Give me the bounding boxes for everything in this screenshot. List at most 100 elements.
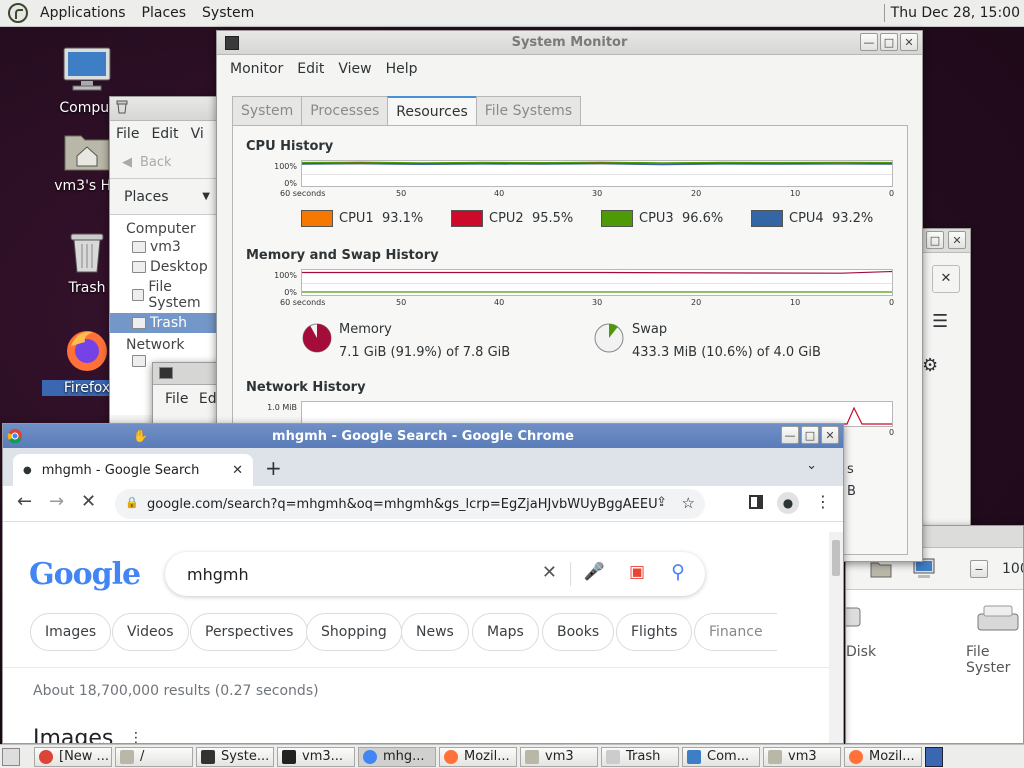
cpu4-swatch[interactable] bbox=[751, 210, 783, 227]
system-monitor-titlebar[interactable]: System Monitor — □ ✕ bbox=[217, 31, 922, 55]
cpu3-swatch[interactable] bbox=[601, 210, 633, 227]
places-selector[interactable]: Places ▼ bbox=[110, 179, 218, 215]
taskbar-item-system-monitor[interactable]: Syste... bbox=[196, 746, 274, 767]
scrollbar[interactable] bbox=[829, 532, 843, 743]
show-desktop-icon[interactable] bbox=[2, 747, 20, 766]
disk-icon[interactable] bbox=[845, 602, 862, 632]
chip-videos[interactable]: Videos bbox=[112, 613, 189, 651]
menu-file[interactable]: File bbox=[165, 391, 188, 407]
chip-maps[interactable]: Maps bbox=[472, 613, 539, 651]
more-menu-icon[interactable]: ⋮ bbox=[815, 492, 831, 511]
taskbar-item-vm3-folder[interactable]: vm3 bbox=[520, 746, 598, 767]
legend-cpu1[interactable]: CPU1 93.1% bbox=[301, 210, 423, 227]
more-options-icon[interactable]: ⋮ bbox=[129, 730, 143, 743]
legend-cpu4[interactable]: CPU4 93.2% bbox=[751, 210, 873, 227]
taskbar-item-vm3-folder-2[interactable]: vm3 bbox=[763, 746, 841, 767]
clock[interactable]: Thu Dec 28, 15:00 bbox=[891, 5, 1024, 21]
maximize-button[interactable]: □ bbox=[801, 426, 819, 444]
applications-menu[interactable]: Applications bbox=[32, 0, 134, 27]
search-icon[interactable]: ⚲ bbox=[671, 561, 685, 583]
menu-edit[interactable]: Ed bbox=[199, 391, 217, 407]
file-manager-titlebar[interactable] bbox=[110, 97, 218, 121]
close-button[interactable]: ✕ bbox=[821, 426, 839, 444]
bookmark-star-icon[interactable]: ☆ bbox=[682, 494, 695, 512]
menu-monitor[interactable]: Monitor bbox=[223, 61, 290, 77]
back-button[interactable]: Back bbox=[140, 155, 172, 170]
taskbar-item-firefox-2[interactable]: Mozil... bbox=[844, 746, 922, 767]
maximize-button[interactable]: □ bbox=[926, 231, 944, 249]
tab-system[interactable]: System bbox=[232, 96, 303, 126]
chip-shopping[interactable]: Shopping bbox=[306, 613, 402, 651]
sidebar-item-file-system[interactable]: File System bbox=[110, 277, 218, 313]
taskbar-item-chrome-active[interactable]: mhg... bbox=[358, 746, 436, 767]
close-button[interactable]: ✕ bbox=[900, 33, 918, 51]
loading-dot-icon: ● bbox=[23, 464, 32, 476]
close-icon[interactable]: ✕ bbox=[932, 265, 960, 293]
scrollbar-thumb[interactable] bbox=[832, 540, 840, 576]
zoom-out-button[interactable]: − bbox=[970, 560, 988, 578]
sidebar-item-vm3[interactable]: vm3 bbox=[110, 237, 218, 257]
system-menu[interactable]: System bbox=[194, 0, 262, 27]
forward-button[interactable]: → bbox=[49, 491, 64, 512]
tab-close-icon[interactable]: ✕ bbox=[232, 463, 243, 478]
stop-loading-button[interactable]: ✕ bbox=[81, 491, 96, 512]
chip-finance[interactable]: Finance bbox=[694, 613, 777, 651]
taskbar-item-trash[interactable]: Trash bbox=[601, 746, 679, 767]
minimize-button[interactable]: — bbox=[781, 426, 799, 444]
tab-processes[interactable]: Processes bbox=[301, 96, 389, 126]
sidebar-item-desktop[interactable]: Desktop bbox=[110, 257, 218, 277]
gear-icon[interactable]: ⚙ bbox=[922, 355, 938, 376]
menu-view[interactable]: View bbox=[331, 61, 378, 77]
places-menu[interactable]: Places bbox=[134, 0, 195, 27]
profile-avatar-icon[interactable]: ● bbox=[777, 492, 799, 514]
home-folder-icon[interactable] bbox=[870, 560, 892, 578]
chip-books[interactable]: Books bbox=[542, 613, 615, 651]
legend-cpu3[interactable]: CPU3 96.6% bbox=[601, 210, 723, 227]
search-input[interactable]: mhgmh bbox=[187, 565, 249, 584]
sidebar-item-trash[interactable]: Trash bbox=[110, 313, 218, 333]
voice-search-icon[interactable]: 🎤 bbox=[584, 562, 605, 582]
distro-logo-icon[interactable] bbox=[8, 3, 28, 23]
chip-news[interactable]: News bbox=[401, 613, 469, 651]
menu-edit[interactable]: Edit bbox=[290, 61, 331, 77]
new-tab-button[interactable]: + bbox=[265, 456, 282, 480]
maximize-button[interactable]: □ bbox=[880, 33, 898, 51]
taskbar-item-root-folder[interactable]: / bbox=[115, 746, 193, 767]
tab-file-systems[interactable]: File Systems bbox=[475, 96, 582, 126]
taskbar-item-new-chrome[interactable]: [New ... bbox=[34, 746, 112, 767]
divider bbox=[570, 562, 571, 586]
tab-resources[interactable]: Resources bbox=[387, 96, 477, 126]
swap-pie-icon[interactable] bbox=[593, 322, 625, 354]
clear-search-icon[interactable]: ✕ bbox=[542, 562, 557, 583]
taskbar-item-terminal[interactable]: vm3... bbox=[277, 746, 355, 767]
minimize-button[interactable]: — bbox=[860, 33, 878, 51]
chrome-titlebar[interactable]: ✋ mhgmh - Google Search - Google Chrome … bbox=[3, 424, 843, 448]
taskbar-item-firefox[interactable]: Mozil... bbox=[439, 746, 517, 767]
tab-search-chevron-icon[interactable]: ⌄ bbox=[806, 458, 817, 473]
drive-icon[interactable] bbox=[976, 602, 1020, 634]
menu-edit[interactable]: Edit bbox=[145, 126, 184, 142]
back-button[interactable]: ← bbox=[17, 491, 32, 512]
address-bar[interactable]: 🔒 google.com/search?q=mhgmh&oq=mhgmh&gs_… bbox=[115, 489, 705, 519]
workspace-switcher[interactable] bbox=[925, 746, 943, 767]
chip-images[interactable]: Images bbox=[30, 613, 112, 651]
side-panel-icon[interactable] bbox=[749, 495, 763, 509]
chip-flights[interactable]: Flights bbox=[616, 613, 693, 651]
hamburger-menu-icon[interactable]: ☰ bbox=[932, 311, 948, 332]
close-button[interactable]: ✕ bbox=[948, 231, 966, 249]
cpu1-swatch[interactable] bbox=[301, 210, 333, 227]
memory-pie-icon[interactable] bbox=[301, 322, 333, 354]
google-logo[interactable]: Google bbox=[29, 557, 141, 592]
menu-view[interactable]: Vi bbox=[185, 126, 210, 142]
lens-search-icon[interactable]: ▣ bbox=[629, 562, 645, 582]
browser-tab[interactable]: ● mhgmh - Google Search ✕ bbox=[13, 454, 253, 486]
menu-file[interactable]: File bbox=[110, 126, 145, 142]
menu-help[interactable]: Help bbox=[379, 61, 425, 77]
cpu2-swatch[interactable] bbox=[451, 210, 483, 227]
terminal-titlebar[interactable] bbox=[153, 363, 221, 385]
search-box[interactable]: mhgmh ✕ 🎤 ▣ ⚲ bbox=[165, 552, 705, 596]
taskbar-item-computer[interactable]: Com... bbox=[682, 746, 760, 767]
chip-perspectives[interactable]: Perspectives bbox=[190, 613, 309, 651]
legend-cpu2[interactable]: CPU2 95.5% bbox=[451, 210, 573, 227]
share-icon[interactable]: ⇪ bbox=[656, 495, 667, 510]
